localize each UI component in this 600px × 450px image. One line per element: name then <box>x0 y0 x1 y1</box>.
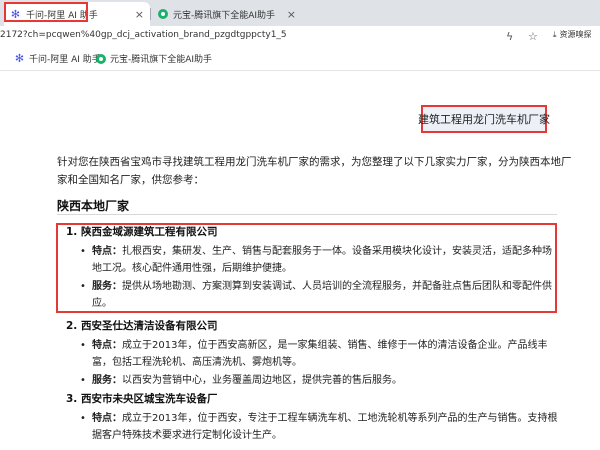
list-item: • 特点：成立于2013年，位于西安，专注于工程车辆洗车机、工地洗轮机等系列产品… <box>80 410 560 444</box>
tab-title: 千问-阿里 AI 助手 <box>26 10 98 21</box>
resource-sniffer-button[interactable]: ⤓ 资源嗅探 <box>553 29 592 40</box>
bookmark-label: 千问-阿里 AI 助手 <box>29 55 101 65</box>
address-bar[interactable]: 2172?ch=pcqwen%40gp_dcj_activation_brand… <box>0 26 600 48</box>
yuanbao-icon <box>158 9 168 19</box>
close-icon[interactable]: × <box>287 8 296 21</box>
bolt-icon[interactable]: ϟ <box>506 30 513 43</box>
qianwen-icon: ✻ <box>10 7 21 21</box>
company-title: 1. 陕西金域源建筑工程有限公司 <box>66 226 218 238</box>
download-icon: ⤓ <box>553 29 557 39</box>
yuanbao-icon <box>96 53 106 64</box>
bullet-icon: • <box>80 413 86 424</box>
feature-label: 特点： <box>92 340 122 351</box>
user-message: 建筑工程用龙门洗车机厂家 <box>418 105 550 133</box>
tab-qianwen[interactable]: ✻ 千问-阿里 AI 助手 × <box>4 2 150 26</box>
bookmark-label: 元宝-腾讯旗下全能AI助手 <box>110 55 213 65</box>
close-icon[interactable]: × <box>135 8 144 21</box>
feature-label: 特点： <box>92 246 122 257</box>
tab-yuanbao[interactable]: 元宝-腾讯旗下全能AI助手 × <box>152 2 302 26</box>
service-label: 服务： <box>92 375 122 386</box>
feature-text: 成立于2013年，位于西安，专注于工程车辆洗车机、工地洗轮机等系列产品的生产与销… <box>92 413 558 441</box>
bookmark-yuanbao[interactable]: 元宝-腾讯旗下全能AI助手 <box>96 52 212 65</box>
list-item: • 服务：提供从场地勘测、方案测算到安装调试、人员培训的全流程服务，并配备驻点售… <box>80 278 560 312</box>
tab-title: 元宝-腾讯旗下全能AI助手 <box>173 10 276 21</box>
section-divider <box>57 214 557 215</box>
service-text: 提供从场地勘测、方案测算到安装调试、人员培训的全流程服务，并配备驻点售后团队和零… <box>92 281 552 309</box>
list-item: • 特点：扎根西安，集研发、生产、销售与配套服务于一体。设备采用模块化设计，安装… <box>80 243 560 277</box>
service-text: 以西安为营销中心，业务覆盖周边地区，提供完善的售后服务。 <box>122 375 402 386</box>
feature-text: 扎根西安，集研发、生产、销售与配套服务于一体。设备采用模块化设计，安装灵活，适配… <box>92 246 552 274</box>
qianwen-icon: ✻ <box>14 52 25 65</box>
list-item: • 特点：成立于2013年，位于西安高新区，是一家集组装、销售、维修于一体的清洁… <box>80 337 560 371</box>
bullet-icon: • <box>80 340 86 351</box>
bullet-icon: • <box>80 246 86 257</box>
extension-label: 资源嗅探 <box>559 30 592 39</box>
bullet-icon: • <box>80 281 86 292</box>
star-icon[interactable]: ☆ <box>528 30 538 43</box>
feature-text: 成立于2013年，位于西安高新区，是一家集组装、销售、维修于一体的清洁设备企业。… <box>92 340 548 368</box>
bookmark-qianwen[interactable]: ✻ 千问-阿里 AI 助手 <box>14 52 101 65</box>
answer-intro: 针对您在陕西省宝鸡市寻找建筑工程用龙门洗车机厂家的需求，为您整理了以下几家实力厂… <box>57 156 572 186</box>
company-title: 3. 西安市未央区城宝洗车设备厂 <box>66 393 218 405</box>
section-title: 陕西本地厂家 <box>57 199 130 213</box>
bullet-icon: • <box>80 375 86 386</box>
chat-area: 建筑工程用龙门洗车机厂家 针对您在陕西省宝鸡市寻找建筑工程用龙门洗车机厂家的需求… <box>0 71 600 450</box>
bookmarks-bar: ✻ 千问-阿里 AI 助手 元宝-腾讯旗下全能AI助手 <box>0 48 600 71</box>
company-title: 2. 西安圣仕达清洁设备有限公司 <box>66 320 218 332</box>
list-item: • 服务：以西安为营销中心，业务覆盖周边地区，提供完善的售后服务。 <box>80 372 560 389</box>
tab-separator <box>150 8 151 20</box>
service-label: 服务： <box>92 281 122 292</box>
url-text[interactable]: 2172?ch=pcqwen%40gp_dcj_activation_brand… <box>0 30 287 40</box>
feature-label: 特点： <box>92 413 122 424</box>
tab-strip: ✻ 千问-阿里 AI 助手 × 元宝-腾讯旗下全能AI助手 × <box>0 0 600 26</box>
